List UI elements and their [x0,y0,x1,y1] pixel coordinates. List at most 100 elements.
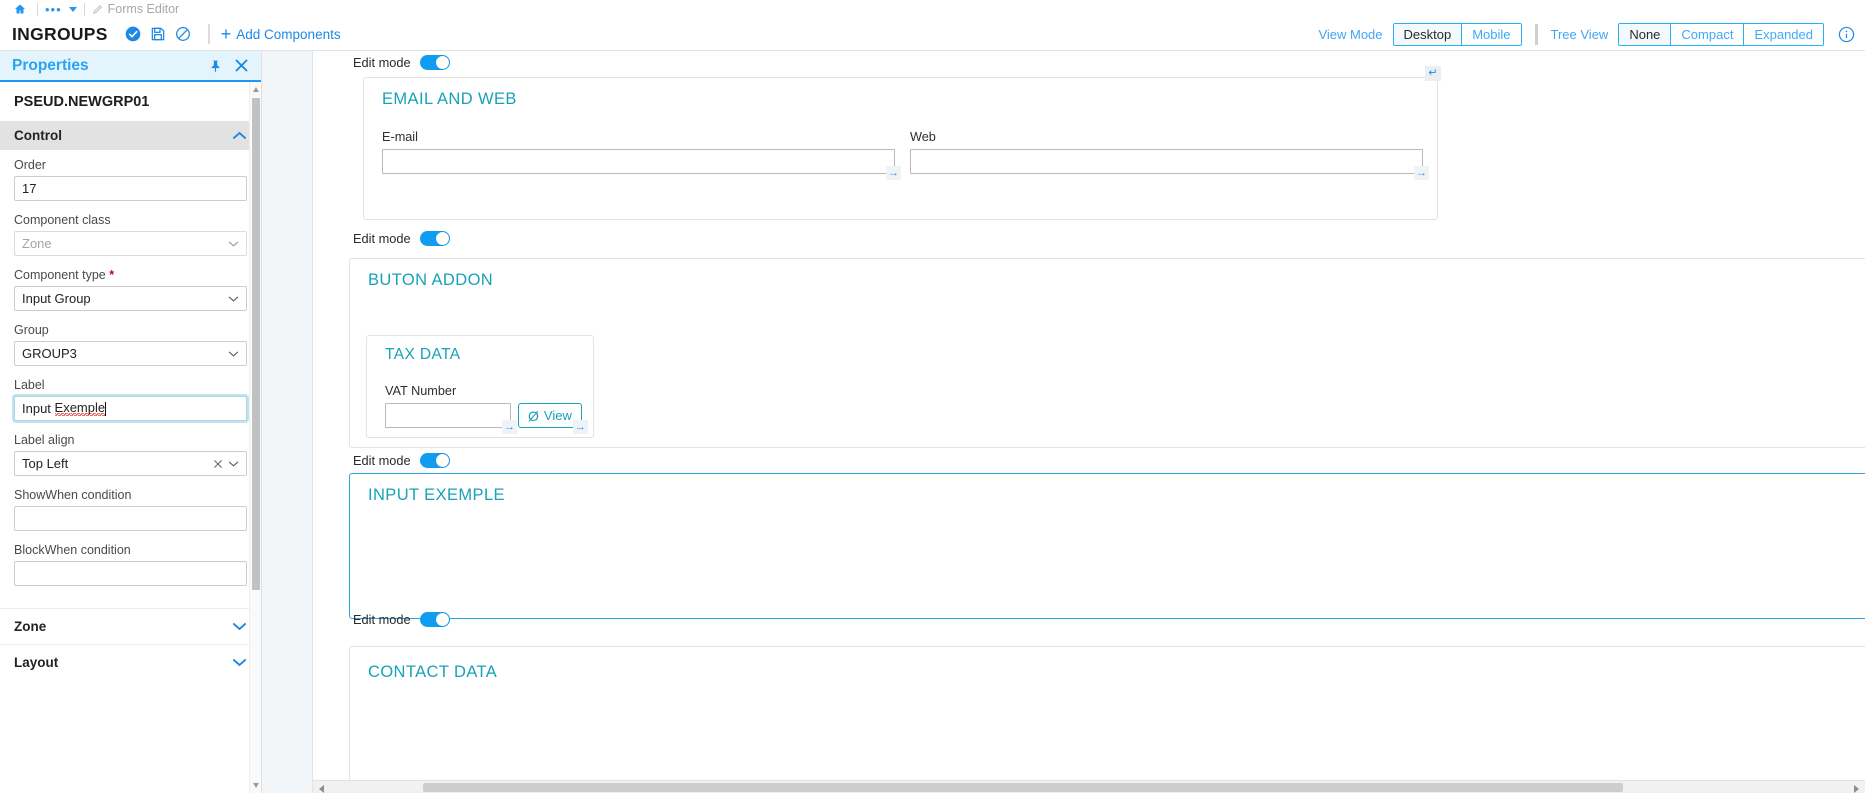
clear-icon[interactable] [213,459,223,469]
properties-scrollbar[interactable] [249,82,261,793]
toggle-knob [435,232,449,245]
edit-mode-toggle[interactable] [419,231,450,246]
breadcrumb-menu[interactable]: ••• [45,2,77,17]
vat-number-input[interactable]: → [385,403,517,434]
field-label-label: Label [14,378,45,392]
scroll-down-arrow-icon[interactable] [253,783,259,788]
hscrollbar-thumb[interactable] [423,783,1623,792]
breadcrumb-divider-2 [83,2,85,16]
home-icon[interactable] [10,3,30,15]
edit-mode-label: Edit mode [353,453,411,468]
section-layout-label: Layout [14,655,59,670]
scroll-right-arrow-icon[interactable] [1854,785,1859,793]
field-email-label: E-mail [382,130,418,144]
scroll-up-arrow-icon[interactable] [253,87,259,92]
showwhen-input[interactable] [14,506,247,531]
breadcrumb-title: Forms Editor [107,2,180,16]
tree-view-none-button[interactable]: None [1619,23,1672,45]
add-components-label: Add Components [236,26,341,42]
field-label-align-label: Label align [14,433,75,447]
breadcrumb: ••• Forms Editor [0,0,1865,18]
enter-key-icon[interactable]: ↵ [1425,66,1441,81]
zone-input-exemple-title: INPUT EXEMPLE [368,486,505,504]
add-components-button[interactable]: + Add Components [221,25,341,43]
field-component-type-label: Component type * [14,268,247,282]
cancel-icon[interactable] [172,23,194,45]
component-type-label-text: Component type [14,268,106,282]
toggle-knob [435,613,449,626]
field-component-class-label: Component class [14,213,111,227]
section-control-label: Control [14,128,62,143]
component-type-value[interactable] [14,286,247,311]
component-class-value[interactable] [14,231,247,256]
field-order: Order [14,158,247,201]
close-icon[interactable] [234,58,249,73]
properties-title: Properties [12,56,89,74]
edit-mode-label: Edit mode [353,55,411,70]
properties-header: Properties [0,51,261,82]
section-zone[interactable]: Zone [0,608,261,644]
group-value[interactable] [14,341,247,366]
field-label: Label Input Exemple [14,378,247,421]
save-icon[interactable] [147,23,169,45]
component-class-select[interactable] [14,231,247,256]
section-layout[interactable]: Layout [0,644,261,680]
arrow-right-icon[interactable]: → [1414,166,1429,180]
view-mode-label: View Mode [1318,26,1383,42]
breadcrumb-divider-1 [37,2,38,16]
zone-contact-data-title: CONTACT DATA [368,663,498,681]
zone-contact-data[interactable]: CONTACT DATA [349,646,1865,793]
toggle-knob [435,56,449,69]
zone-email-and-web-title: EMAIL AND WEB [382,90,517,108]
edit-mode-toggle[interactable] [419,612,450,627]
tree-view-expanded-button[interactable]: Expanded [1744,23,1823,45]
scroll-left-arrow-icon[interactable] [319,785,324,793]
canvas-horizontal-scrollbar[interactable] [313,780,1865,793]
validate-icon[interactable] [122,23,144,45]
body-row: Properties PSEUD.NEWGRP01 Control Order … [0,51,1865,793]
field-vat-number: VAT Number → Ø View → [385,384,588,434]
view-mode-mobile-button[interactable]: Mobile [1462,23,1521,45]
label-input[interactable]: Input Exemple [14,396,247,421]
field-label-align: Label align [14,433,247,476]
edit-mode-toggle[interactable] [419,453,450,468]
view-button[interactable]: Ø View → [518,403,588,434]
field-order-label: Order [14,158,46,172]
field-vat-number-label: VAT Number [385,384,457,398]
tree-view-compact-button[interactable]: Compact [1671,23,1745,45]
order-input[interactable] [14,176,247,201]
edit-mode-row-input-exemple: Edit mode [343,608,450,631]
pin-icon[interactable] [209,59,222,73]
app-brand: INGROUPS [12,23,108,44]
zone-tax-data[interactable]: TAX DATA VAT Number → Ø View → [366,335,594,438]
zone-input-exemple[interactable]: INPUT EXEMPLE [349,473,1865,619]
plus-icon: + [220,24,232,44]
arrow-right-icon[interactable]: → [886,166,901,180]
zone-tax-data-title: TAX DATA [385,346,461,363]
blockwhen-input[interactable] [14,561,247,586]
zone-buton-addon[interactable]: BUTON ADDON TAX DATA VAT Number → Ø View… [349,258,1865,448]
required-marker: * [109,268,115,282]
view-mode-segmented: Desktop Mobile [1392,22,1522,46]
field-component-class: Component class [14,213,247,256]
chevron-down-icon [68,6,77,12]
section-zone-label: Zone [14,619,47,634]
app-root: ••• Forms Editor INGROUPS + Add Componen… [0,0,1865,795]
group-select[interactable] [14,341,247,366]
text-caret [105,401,107,416]
section-control[interactable]: Control [0,121,261,150]
scrollbar-thumb[interactable] [252,98,260,590]
field-email: E-mail → [382,130,901,180]
edit-mode-toggle[interactable] [419,55,450,70]
zone-email-and-web[interactable]: EMAIL AND WEB E-mail → Web → [363,77,1438,220]
email-input[interactable]: → [382,149,901,180]
view-mode-desktop-button[interactable]: Desktop [1393,23,1463,45]
arrow-right-icon[interactable]: → [572,420,588,434]
component-type-select[interactable] [14,286,247,311]
label-align-select[interactable] [14,451,247,476]
web-input[interactable]: → [910,149,1429,180]
edit-mode-label: Edit mode [353,612,411,627]
info-icon[interactable] [1838,26,1855,43]
arrow-right-icon[interactable]: → [502,420,517,434]
properties-scroll-area: PSEUD.NEWGRP01 Control Order Component c… [0,82,261,793]
